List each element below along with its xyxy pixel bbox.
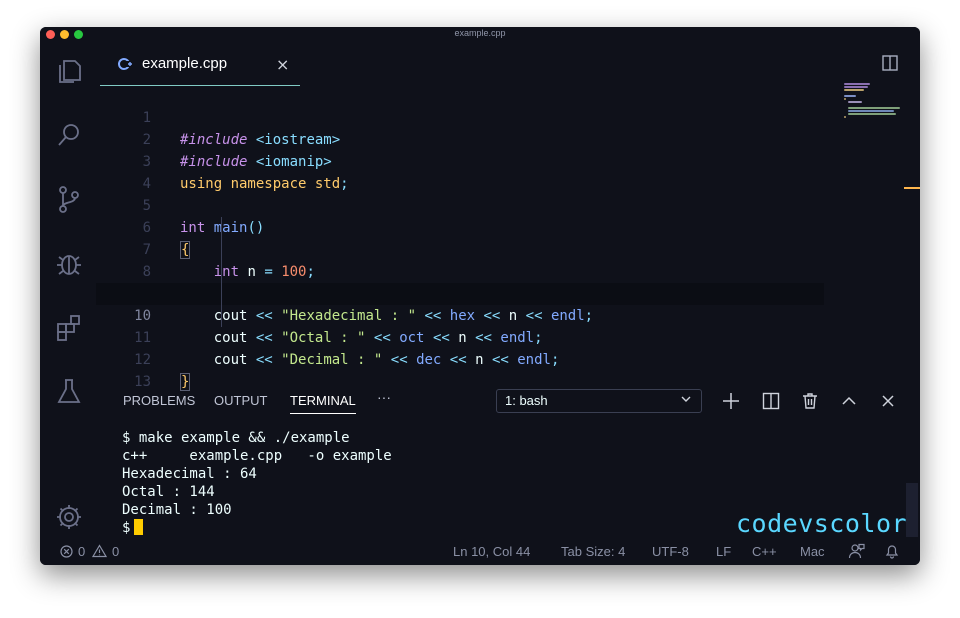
vscode-window: example.cpp example.cpp × 1 #include <io…: [40, 27, 920, 565]
split-terminal-icon[interactable]: [761, 391, 781, 411]
warning-count[interactable]: 0: [112, 544, 119, 559]
terminal-line: Hexadecimal : 64: [122, 466, 257, 482]
watermark-text: codevscolor.com: [736, 509, 920, 538]
explorer-icon[interactable]: [53, 55, 85, 87]
language-mode[interactable]: C++: [752, 544, 777, 559]
window-title: example.cpp: [454, 28, 506, 38]
close-tab-icon[interactable]: ×: [276, 55, 289, 74]
code-line: 7 int n = 100;: [142, 242, 315, 280]
error-icon[interactable]: [60, 545, 73, 558]
search-icon[interactable]: [53, 119, 85, 151]
split-editor-icon[interactable]: [879, 54, 901, 76]
cpp-file-icon: [118, 58, 132, 70]
code-line: 12 }: [134, 352, 191, 391]
source-control-icon[interactable]: [53, 183, 85, 215]
overview-ruler[interactable]: [904, 85, 920, 375]
tab-terminal[interactable]: TERMINAL: [290, 393, 356, 414]
encoding[interactable]: UTF-8: [652, 544, 689, 559]
indent-guide: [221, 217, 222, 327]
tab-example-cpp[interactable]: example.cpp ×: [100, 43, 300, 86]
tab-output[interactable]: OUTPUT: [214, 393, 267, 408]
tab-label: example.cpp: [142, 55, 228, 72]
editor-tab-bar: example.cpp × ···: [96, 43, 920, 86]
extensions-icon[interactable]: [53, 311, 85, 343]
tab-problems[interactable]: PROBLEMS: [123, 393, 195, 408]
terminal-line: Octal : 144: [122, 484, 215, 500]
code-line: 11 cout << "Decimal : " << dec << n << e…: [134, 330, 560, 368]
terminal-scrollbar[interactable]: [906, 483, 918, 537]
code-line: 3 using namespace std;: [142, 154, 349, 192]
bottom-panel: PROBLEMS OUTPUT TERMINAL ··· 1: bash $ m…: [96, 377, 920, 538]
code-line: 2 #include <iomanip>: [142, 132, 332, 170]
code-line: 5 int main(): [142, 198, 265, 236]
code-line: 8: [142, 264, 151, 280]
new-terminal-plus-icon[interactable]: [721, 391, 741, 411]
trash-icon[interactable]: [800, 391, 820, 411]
minimap[interactable]: [844, 83, 908, 123]
chevron-up-icon[interactable]: [839, 391, 859, 411]
code-editor[interactable]: 1 #include <iostream> 2 #include <iomani…: [96, 85, 904, 391]
platform[interactable]: Mac: [800, 544, 825, 559]
title-bar: example.cpp: [40, 27, 920, 43]
code-line: 4: [142, 176, 151, 192]
code-line-current: 10 cout << "Octal : " << oct << n << end…: [96, 283, 824, 346]
terminal-select-value: 1: bash: [505, 393, 548, 408]
notifications-bell-icon[interactable]: [884, 543, 900, 559]
code-line: 9 cout << "Hexadecimal : " << hex << n <…: [143, 286, 594, 324]
chevron-down-icon: [681, 396, 691, 402]
code-line: 1 #include <iostream>: [142, 110, 341, 148]
debug-icon[interactable]: [53, 247, 85, 279]
terminal-cursor: [134, 519, 144, 535]
terminal-select[interactable]: 1: bash: [496, 389, 702, 413]
cursor-position[interactable]: Ln 10, Col 44: [453, 544, 530, 559]
terminal-line: c++ example.cpp -o example: [122, 448, 392, 464]
activity-bar: [40, 43, 96, 537]
feedback-icon[interactable]: [848, 543, 865, 559]
testing-flask-icon[interactable]: [53, 375, 85, 407]
panel-more-icon[interactable]: ···: [377, 389, 391, 405]
tab-size[interactable]: Tab Size: 4: [561, 544, 625, 559]
code-line: 6 {: [142, 220, 191, 259]
warning-icon[interactable]: [92, 544, 107, 558]
settings-gear-icon[interactable]: [53, 501, 85, 533]
error-count[interactable]: 0: [78, 544, 85, 559]
code-line: 13: [134, 374, 151, 390]
terminal-line: $ make example && ./example: [122, 430, 350, 446]
terminal-prompt: $: [122, 520, 131, 536]
more-actions-icon[interactable]: ···: [915, 53, 920, 75]
status-bar: 0 0 Ln 10, Col 44 Tab Size: 4 UTF-8 LF C…: [40, 537, 920, 565]
cursor-position-marker: [904, 187, 920, 189]
end-of-line[interactable]: LF: [716, 544, 731, 559]
close-panel-icon[interactable]: [878, 391, 898, 411]
